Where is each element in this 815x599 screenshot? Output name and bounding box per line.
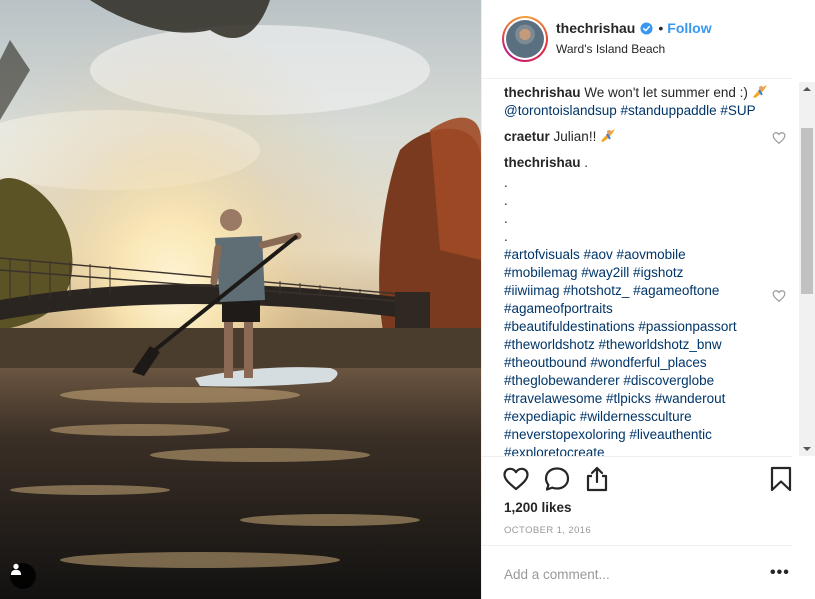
scroll-up-arrow-icon[interactable] [803,85,811,93]
caption: thechrishau We won't let summer end :) @… [504,82,774,120]
scrollbar-thumb[interactable] [801,128,813,294]
comment-item: thechrishau . . . . . #artofvisuals #aov… [504,154,786,456]
comment-hashtags[interactable]: #travelawesome #tlpicks #wanderout [504,390,774,408]
comment-text: Julian!! [553,129,597,144]
avatar[interactable] [506,20,544,58]
comment-hashtags[interactable]: #iiwiimag #hotshotz_ #agameoftone [504,282,774,300]
owner-line: thechrishau • Follow [556,20,712,36]
comment-hashtags[interactable]: #theglobewanderer #discoverglobe [504,372,774,390]
caption-tags[interactable]: @torontoislandsup #standuppaddle #SUP [504,103,756,118]
post-photo[interactable] [0,0,481,599]
post-details-panel: thechrishau • Follow Ward's Island Beach… [481,0,815,599]
scroll-down-arrow-icon[interactable] [803,445,811,453]
user-tag-button[interactable] [10,563,36,589]
comment-line: . [504,229,508,244]
comments-list[interactable]: thechrishau We won't let summer end :) @… [482,80,802,456]
comment-line: . [504,193,508,208]
heart-icon[interactable] [502,465,530,493]
comment-hashtags[interactable]: #mobilemag #way2ill #igshotz [504,264,774,282]
comment-like-heart-icon[interactable] [772,131,786,145]
likes-count[interactable]: 1,200 likes [504,500,572,515]
comment-text: . [584,155,589,170]
surfer-emoji-icon [752,85,767,98]
post-header: thechrishau • Follow Ward's Island Beach [482,0,792,79]
caption-text: We won't let summer end :) [584,85,748,100]
location-link[interactable]: Ward's Island Beach [556,42,665,56]
comment-username-link[interactable]: craetur [504,129,550,144]
comment-line: . [504,211,508,226]
person-icon [10,563,22,575]
comment-line: . [504,175,508,190]
comment-hashtags[interactable]: #beautifuldestinations #passionpassort [504,318,774,336]
share-icon[interactable] [583,465,611,493]
comment-hashtags[interactable]: #expediapic #wildernessculture [504,408,774,426]
verified-badge-icon [640,21,653,35]
stand-up-paddle-photo [0,0,481,599]
story-ring[interactable] [502,16,548,62]
speech-bubble-icon[interactable] [543,465,571,493]
comment-like-heart-icon[interactable] [772,289,786,303]
post-date[interactable]: OCTOBER 1, 2016 [504,525,591,536]
comment-username-link[interactable]: thechrishau [504,155,581,170]
comment-hashtags[interactable]: #agameofportraits [504,300,774,318]
comment-hashtags[interactable]: #theworldshotz #theworldshotz_bnw [504,336,774,354]
surfer-emoji-icon [601,129,616,142]
comment-hashtags[interactable]: #artofvisuals #aov #aovmobile [504,246,774,264]
comment-input[interactable] [504,564,744,584]
comments-scrollbar[interactable] [799,82,815,456]
more-options-button[interactable]: ••• [770,564,790,582]
add-comment-section: ••• [482,545,792,599]
comment-hashtags[interactable]: #neverstopexoloring #liveauthentic [504,426,774,444]
caption-username-link[interactable]: thechrishau [504,85,581,100]
bookmark-icon[interactable] [767,465,795,493]
comment-hashtags[interactable]: #theoutbound #wondferful_places [504,354,774,372]
action-bar [482,456,792,500]
comment-hashtags[interactable]: #exploretocreate [504,444,774,456]
comment-item: craetur Julian!! [504,128,786,146]
owner-username-link[interactable]: thechrishau [556,20,635,36]
follow-button[interactable]: Follow [667,20,711,36]
separator-dot: • [658,20,664,36]
